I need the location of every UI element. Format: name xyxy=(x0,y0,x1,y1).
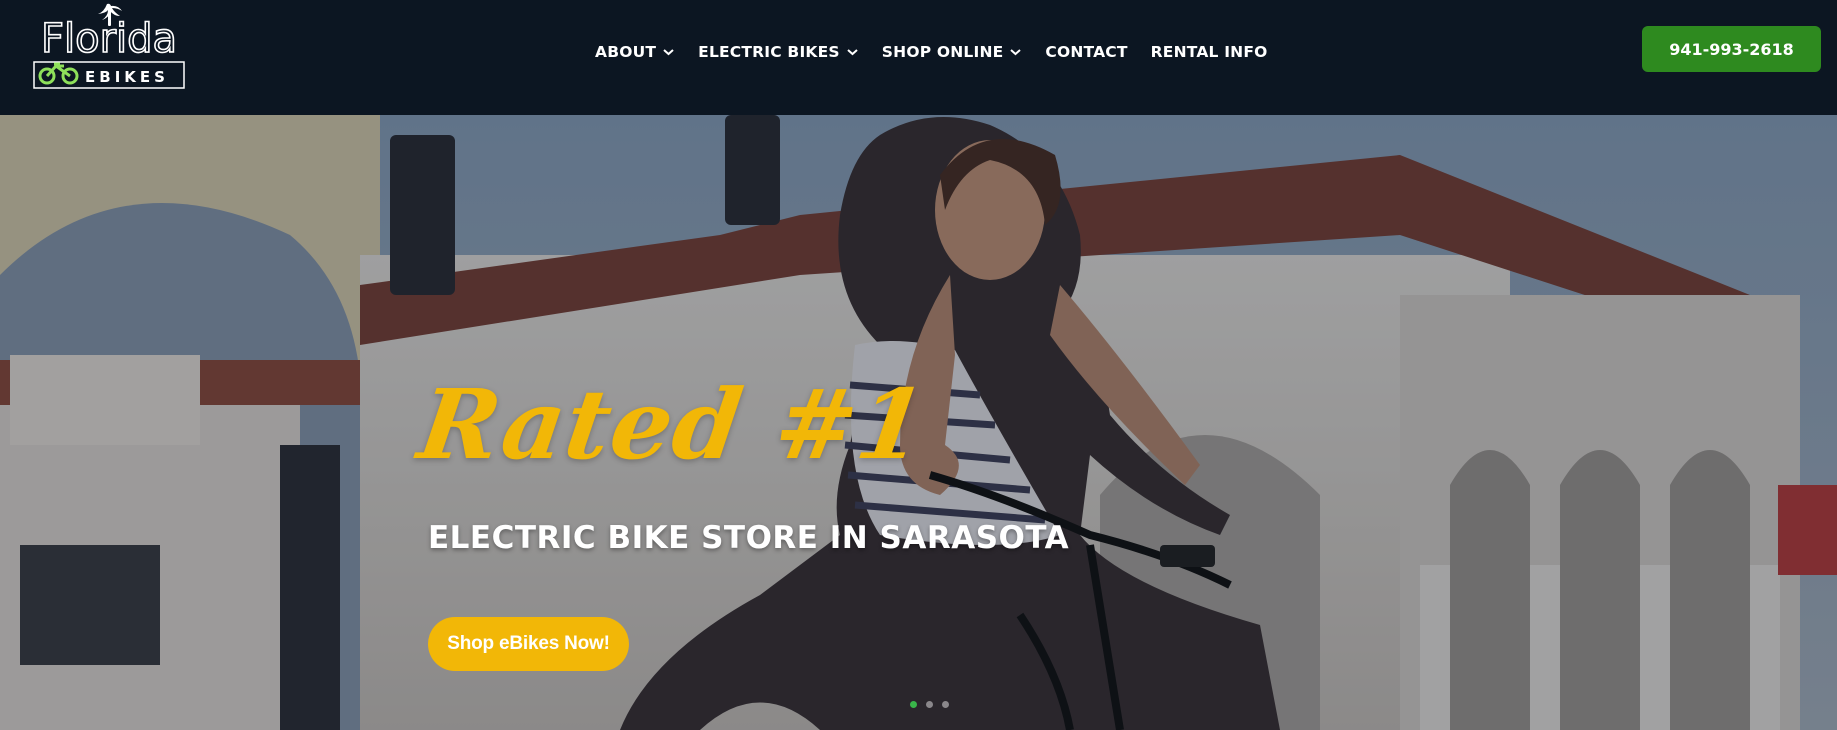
logo-word: Florida xyxy=(41,16,177,62)
hero-subheadline: ELECTRIC BIKE STORE IN SARASOTA xyxy=(428,520,1070,556)
bicycle-icon xyxy=(38,62,79,85)
nav-label: RENTAL INFO xyxy=(1150,43,1268,61)
nav-item-about[interactable]: ABOUT xyxy=(595,43,675,61)
nav-label: ELECTRIC BIKES xyxy=(698,43,840,61)
chevron-down-icon xyxy=(1010,49,1022,56)
nav-label: SHOP ONLINE xyxy=(881,43,1004,61)
nav-item-rental-info[interactable]: RENTAL INFO xyxy=(1151,43,1268,61)
nav-item-shop-online[interactable]: SHOP ONLINE xyxy=(882,43,1023,61)
nav-item-electric-bikes[interactable]: ELECTRIC BIKES xyxy=(698,43,859,61)
nav-label: CONTACT xyxy=(1045,43,1128,61)
site-logo[interactable]: Florida EBIKES xyxy=(32,2,186,90)
shop-ebikes-button[interactable]: Shop eBikes Now! xyxy=(428,617,629,671)
hero-slider: Rated #1 ELECTRIC BIKE STORE IN SARASOTA… xyxy=(0,115,1837,730)
phone-call-button[interactable]: 941-993-2618 xyxy=(1642,26,1821,72)
slider-dot-3[interactable] xyxy=(942,701,949,708)
site-header: Florida EBIKES ABOUT ELECTRIC BIKES SHOP… xyxy=(0,0,1837,115)
chevron-down-icon xyxy=(663,49,674,56)
slider-dot-2[interactable] xyxy=(926,701,933,708)
hero-headline: Rated #1 xyxy=(412,368,934,481)
nav-item-contact[interactable]: CONTACT xyxy=(1045,43,1127,61)
slider-pagination xyxy=(910,701,958,708)
logo-subtext: EBIKES xyxy=(85,68,169,86)
main-nav: ABOUT ELECTRIC BIKES SHOP ONLINE CONTACT… xyxy=(595,40,1291,64)
nav-label: ABOUT xyxy=(595,43,657,61)
slider-dot-1[interactable] xyxy=(910,701,917,708)
florida-ebikes-logo: Florida EBIKES xyxy=(33,3,185,89)
chevron-down-icon xyxy=(847,49,858,56)
